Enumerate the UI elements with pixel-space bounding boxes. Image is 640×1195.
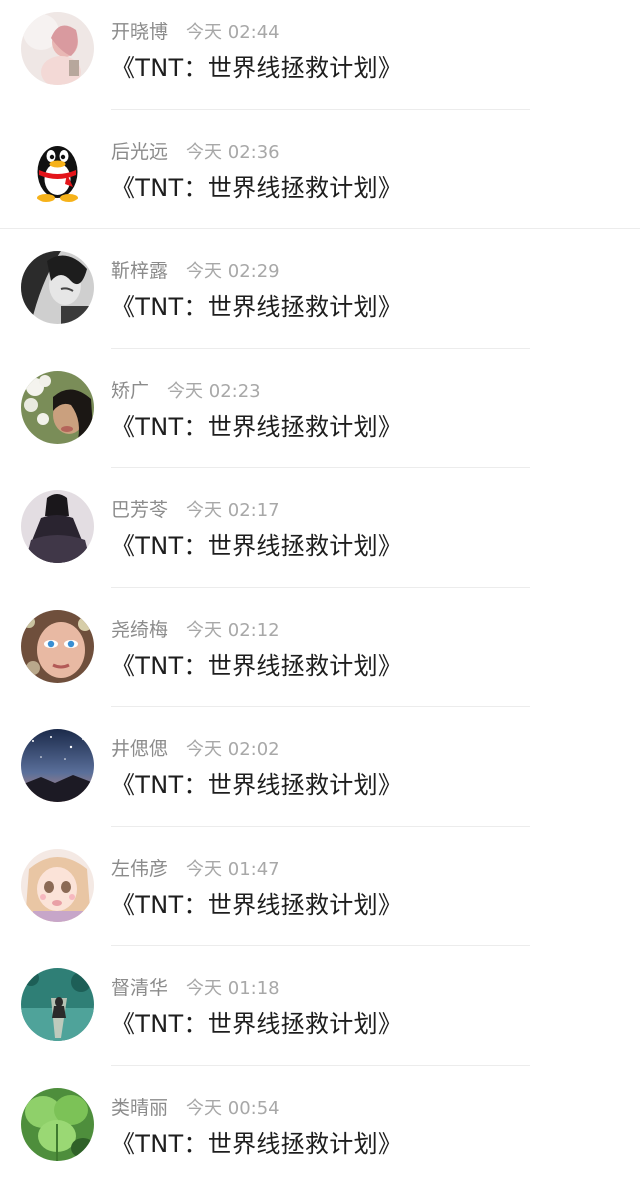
row-divider	[111, 467, 530, 468]
message-time: 今天 01:47	[186, 859, 280, 880]
message-title[interactable]: 《TNT：世界线拯救计划》	[111, 530, 402, 562]
message-time: 今天 02:02	[186, 739, 280, 760]
message-row[interactable]: 矫广今天 02:23 《TNT：世界线拯救计划》	[0, 359, 640, 479]
message-title[interactable]: 《TNT：世界线拯救计划》	[111, 1008, 402, 1040]
sender-name: 类晴丽	[111, 1097, 168, 1119]
row-divider	[111, 348, 530, 349]
sender-name: 开晓博	[111, 21, 168, 43]
message-row[interactable]: 类晴丽今天 00:54 《TNT：世界线拯救计划》	[0, 1076, 640, 1195]
qq-penguin-avatar-icon[interactable]	[21, 132, 94, 205]
dark-dress-avatar-icon[interactable]	[21, 490, 94, 563]
row-divider	[111, 1065, 530, 1066]
row-divider	[111, 945, 530, 946]
clover-leaf-avatar-icon[interactable]	[21, 1088, 94, 1161]
message-time: 今天 02:36	[186, 142, 280, 163]
row-divider	[0, 228, 640, 229]
sender-name: 督清华	[111, 977, 168, 999]
message-title[interactable]: 《TNT：世界线拯救计划》	[111, 889, 402, 921]
blue-eye-face-avatar-icon[interactable]	[21, 610, 94, 683]
message-time: 今天 02:17	[186, 500, 280, 521]
message-feed: 开晓博今天 02:44 《TNT：世界线拯救计划》 后光远今天 0	[0, 0, 640, 1183]
message-title[interactable]: 《TNT：世界线拯救计划》	[111, 1128, 402, 1160]
message-row[interactable]: 督清华今天 01:18 《TNT：世界线拯救计划》	[0, 956, 640, 1076]
message-time: 今天 02:44	[186, 22, 280, 43]
sender-name: 尧绮梅	[111, 619, 168, 641]
sender-name: 靳梓露	[111, 260, 168, 282]
message-row[interactable]: 靳梓露今天 02:29 《TNT：世界线拯救计划》	[0, 239, 640, 359]
monochrome-girl-avatar-icon[interactable]	[21, 251, 94, 324]
starry-sky-avatar-icon[interactable]	[21, 729, 94, 802]
message-row[interactable]: 尧绮梅今天 02:12 《TNT：世界线拯救计划》	[0, 598, 640, 718]
anime-girl-avatar-icon[interactable]	[21, 849, 94, 922]
sender-name: 井偲偲	[111, 738, 168, 760]
sender-name: 矫广	[111, 380, 149, 402]
message-row[interactable]: 后光远今天 02:36 《TNT：世界线拯救计划》	[0, 120, 640, 240]
message-time: 今天 01:18	[186, 978, 280, 999]
message-time: 今天 02:23	[167, 381, 261, 402]
flower-girl-avatar-icon[interactable]	[21, 371, 94, 444]
message-row[interactable]: 左伟彦今天 01:47 《TNT：世界线拯救计划》	[0, 837, 640, 957]
message-title[interactable]: 《TNT：世界线拯救计划》	[111, 172, 402, 204]
pink-girl-avatar-icon[interactable]	[21, 12, 94, 85]
message-title[interactable]: 《TNT：世界线拯救计划》	[111, 650, 402, 682]
message-title[interactable]: 《TNT：世界线拯救计划》	[111, 291, 402, 323]
message-row[interactable]: 巴芳苓今天 02:17 《TNT：世界线拯救计划》	[0, 478, 640, 598]
row-divider	[111, 109, 530, 110]
row-divider	[111, 706, 530, 707]
row-divider	[111, 826, 530, 827]
message-title[interactable]: 《TNT：世界线拯救计划》	[111, 769, 402, 801]
message-title[interactable]: 《TNT：世界线拯救计划》	[111, 411, 402, 443]
teal-water-avatar-icon[interactable]	[21, 968, 94, 1041]
row-divider	[111, 587, 530, 588]
message-row[interactable]: 井偲偲今天 02:02 《TNT：世界线拯救计划》	[0, 717, 640, 837]
message-time: 今天 00:54	[186, 1098, 280, 1119]
sender-name: 左伟彦	[111, 858, 168, 880]
message-time: 今天 02:12	[186, 620, 280, 641]
message-title[interactable]: 《TNT：世界线拯救计划》	[111, 52, 402, 84]
sender-name: 后光远	[111, 141, 168, 163]
sender-name: 巴芳苓	[111, 499, 168, 521]
message-row[interactable]: 开晓博今天 02:44 《TNT：世界线拯救计划》	[0, 0, 640, 120]
message-time: 今天 02:29	[186, 261, 280, 282]
